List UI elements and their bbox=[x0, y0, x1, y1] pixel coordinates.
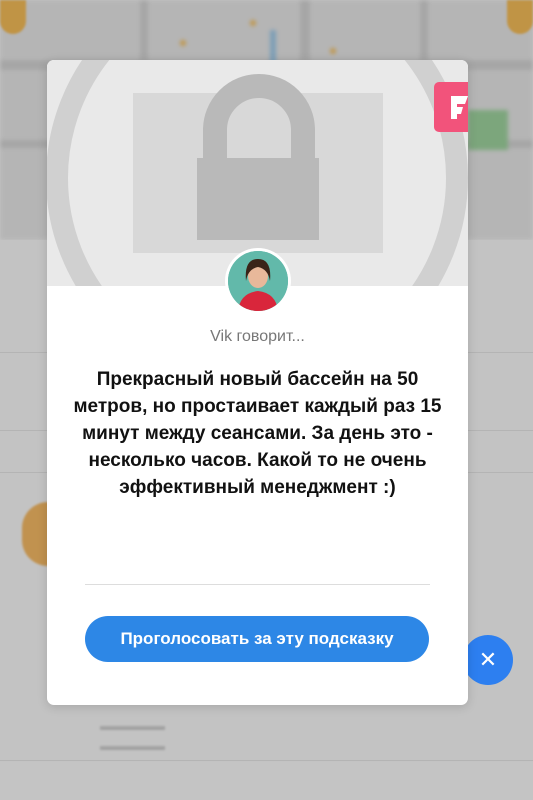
close-fab[interactable]: ✕ bbox=[463, 635, 513, 685]
screen: ▬▬▬▬▬ ▬▬▬▬▬ ✕ Vik говорит... Прекрасный … bbox=[0, 0, 533, 800]
vote-tip-button[interactable]: Проголосовать за эту подсказку bbox=[85, 616, 429, 662]
close-icon: ✕ bbox=[478, 647, 498, 672]
avatar bbox=[225, 248, 291, 314]
tip-text: Прекрасный новый бассейн на 50 метров, н… bbox=[73, 369, 442, 498]
foursquare-logo bbox=[434, 82, 468, 132]
tip-modal: Vik говорит... Прекрасный новый бассейн … bbox=[47, 60, 468, 705]
tip-author: Vik говорит... bbox=[210, 328, 305, 345]
divider bbox=[85, 584, 430, 585]
